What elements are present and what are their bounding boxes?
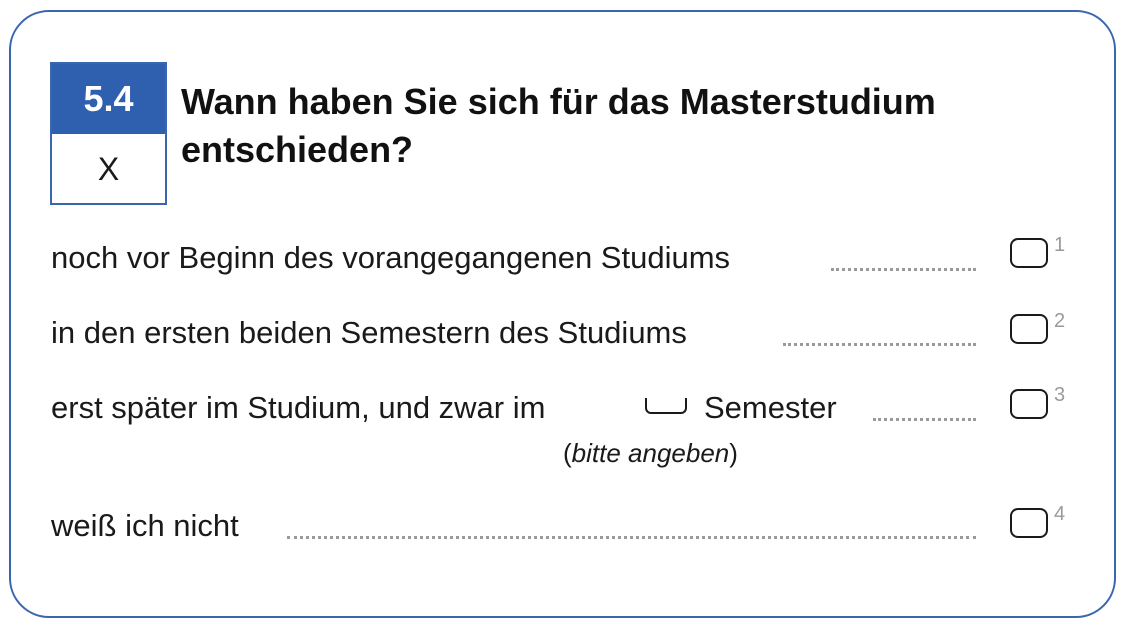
dot-leader (873, 381, 976, 421)
option-4-checkbox[interactable] (1010, 508, 1048, 538)
question-text: Wann haben Sie sich für das Masterstudiu… (181, 81, 936, 170)
option-code: 2 (1054, 310, 1066, 332)
option-3: erst später im Studium, und zwar im Seme… (51, 384, 1071, 428)
option-2: in den ersten beiden Semestern des Studi… (51, 310, 1071, 353)
option-1: noch vor Beginn des vorangegangenen Stud… (51, 234, 1071, 278)
option-4: weiß ich nicht 4 (51, 503, 1071, 546)
dot-leader (831, 231, 976, 271)
option-label: in den ersten beiden Semestern des Studi… (51, 315, 687, 350)
question-number: 5.4 (52, 64, 165, 134)
option-label: weiß ich nicht (51, 508, 239, 543)
question-code: X (97, 151, 120, 187)
hint-text: (bitte angeben) (563, 438, 738, 468)
option-code: 1 (1054, 234, 1066, 256)
option-label: noch vor Beginn des vorangegangenen Stud… (51, 240, 731, 275)
semester-input[interactable] (645, 398, 687, 414)
option-code: 4 (1054, 503, 1066, 525)
option-1-checkbox[interactable] (1010, 238, 1048, 268)
dot-leader (783, 306, 976, 346)
option-3-checkbox[interactable] (1010, 389, 1048, 419)
option-label-before: erst später im Studium, und zwar im (51, 390, 546, 425)
option-code: 3 (1054, 384, 1066, 406)
dot-leader (287, 499, 976, 539)
question-number-box: 5.4 X (50, 62, 167, 205)
option-2-checkbox[interactable] (1010, 314, 1048, 344)
option-label-after: Semester (704, 390, 837, 425)
